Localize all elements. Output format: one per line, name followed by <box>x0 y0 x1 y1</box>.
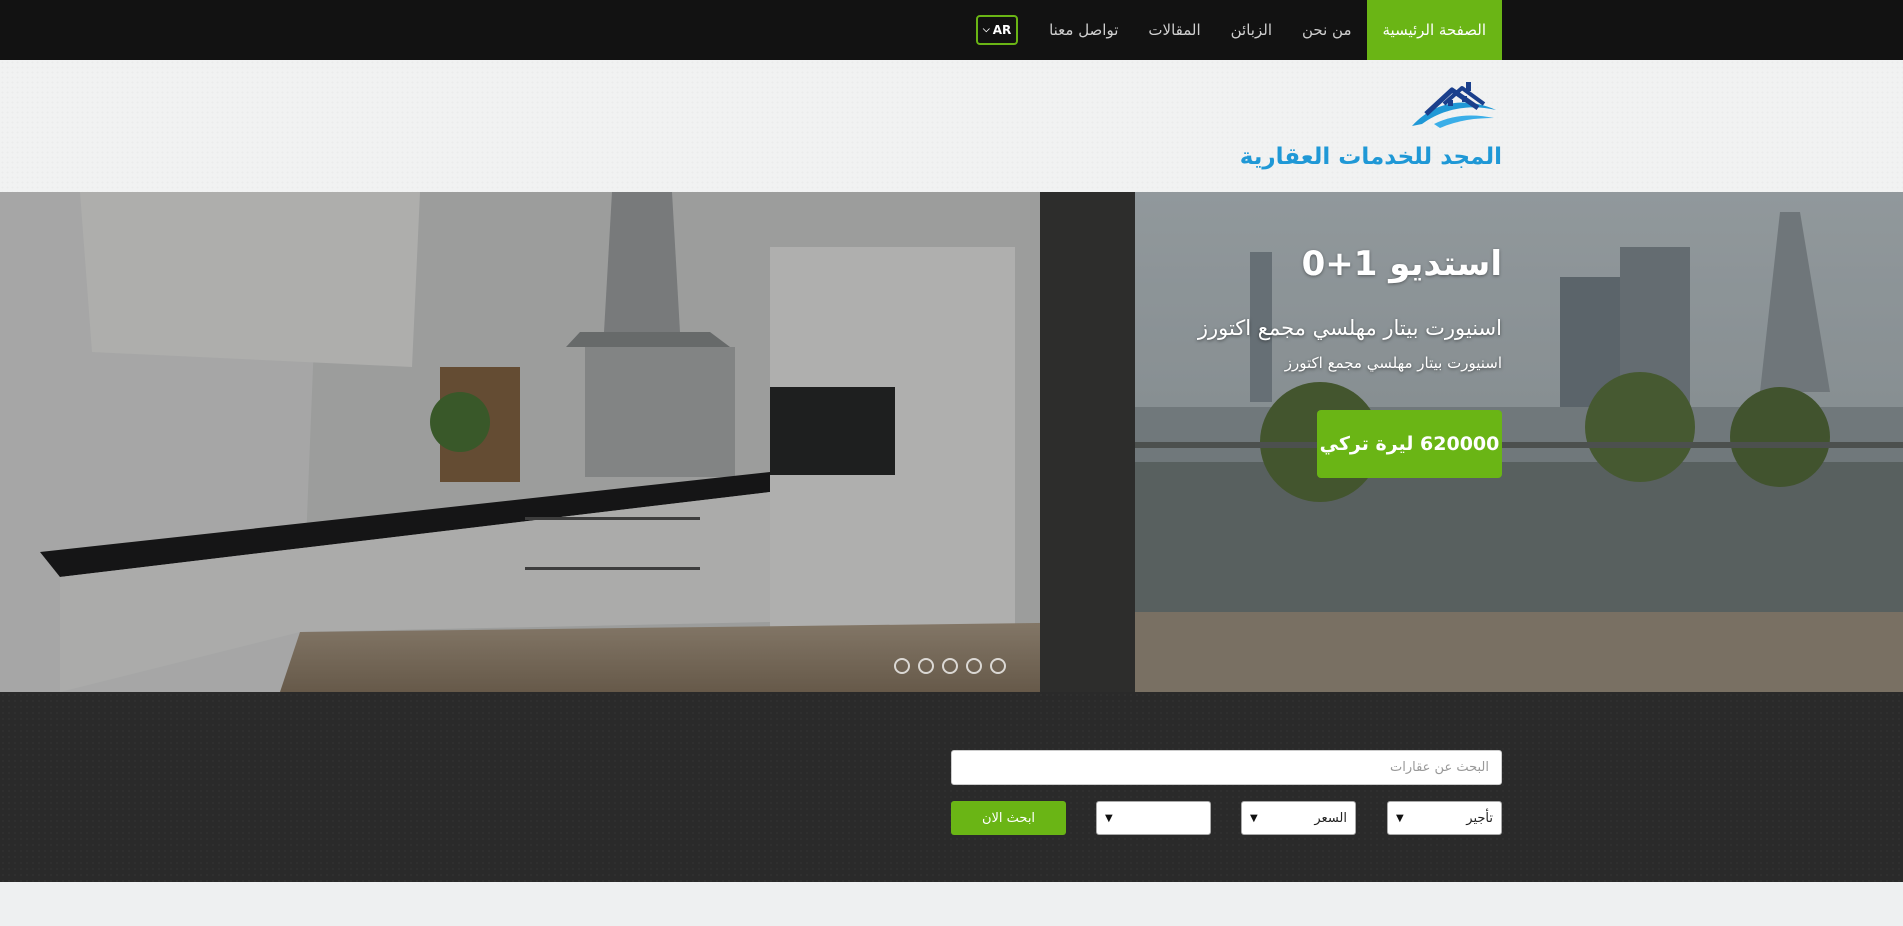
slider-pagination <box>894 658 1006 674</box>
page-bottom <box>0 882 1903 926</box>
top-navbar: الصفحة الرئيسية من نحن الزبائن المقالات … <box>0 0 1903 60</box>
slider-dot[interactable] <box>894 658 910 674</box>
site-header: المجد للخدمات العقارية <box>0 60 1903 192</box>
listing-title: استديو 1+0 <box>1301 244 1502 284</box>
brand-name: المجد للخدمات العقارية <box>1239 144 1502 170</box>
price-select[interactable]: السعر ▼ <box>1241 801 1356 835</box>
language-code: AR <box>992 23 1012 37</box>
chevron-down-icon: ▼ <box>1250 812 1258 824</box>
chevron-down-icon: ⌵ <box>982 25 990 35</box>
nav-item-clients[interactable]: الزبائن <box>1216 0 1287 60</box>
listing-description: اسنيورت بيتار مهلسي مجمع اكتورز <box>1284 354 1502 372</box>
slider-dot[interactable] <box>966 658 982 674</box>
slider-dot[interactable] <box>918 658 934 674</box>
nav-item-contact[interactable]: تواصل معنا <box>1034 0 1133 60</box>
main-menu: الصفحة الرئيسية من نحن الزبائن المقالات … <box>960 0 1502 60</box>
nav-item-home[interactable]: الصفحة الرئيسية <box>1366 0 1502 60</box>
extra-select[interactable]: ▼ <box>1096 801 1211 835</box>
price-badge[interactable]: 620000 ليرة تركي <box>1317 410 1502 478</box>
chevron-down-icon: ▼ <box>1105 812 1113 824</box>
slider-dot[interactable] <box>942 658 958 674</box>
property-search: تأجير ▼ السعر ▼ ▼ ابحث الان <box>0 692 1903 882</box>
hero-slider: استديو 1+0 اسنيورت بيتار مهلسي مجمع اكتو… <box>0 192 1903 692</box>
listing-location: اسنيورت بيتار مهلسي مجمع اكتورز <box>1197 316 1502 340</box>
listing-type-value: تأجير <box>1466 810 1493 826</box>
nav-item-articles[interactable]: المقالات <box>1133 0 1215 60</box>
kitchen-photo <box>0 192 1903 692</box>
chevron-down-icon: ▼ <box>1396 812 1404 824</box>
language-selector[interactable]: ⌵ AR <box>976 15 1019 45</box>
house-roof-logo-icon[interactable] <box>1404 74 1500 130</box>
nav-item-about[interactable]: من نحن <box>1287 0 1367 60</box>
slider-dot[interactable] <box>990 658 1006 674</box>
search-input[interactable] <box>951 750 1502 785</box>
search-button[interactable]: ابحث الان <box>951 801 1066 835</box>
listing-type-select[interactable]: تأجير ▼ <box>1387 801 1502 835</box>
price-select-value: السعر <box>1314 810 1347 826</box>
